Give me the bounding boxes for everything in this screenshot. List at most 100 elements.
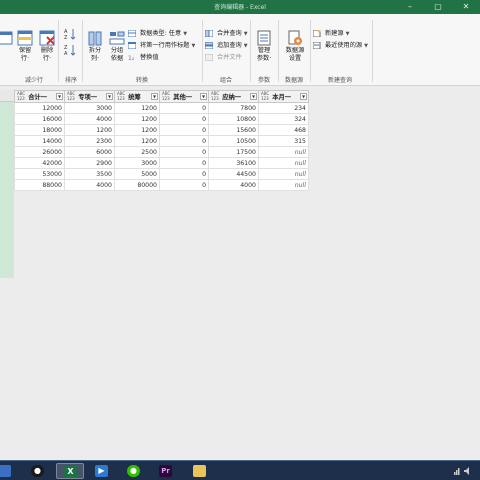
table-cell[interactable]: 6000 <box>64 146 115 158</box>
windows-logo-icon <box>0 465 11 477</box>
table-cell[interactable]: 234 <box>258 102 309 114</box>
table-cell[interactable]: 12000 <box>14 102 65 114</box>
data-type-dropdown[interactable]: 数据类型: 任意 ▼ <box>128 28 187 39</box>
network-icon[interactable] <box>454 467 460 475</box>
table-cell[interactable]: 1200 <box>114 135 160 147</box>
new-source-button[interactable]: 新建源 ▼ <box>313 28 349 39</box>
type-any-icon[interactable]: ABC 123 <box>162 91 171 101</box>
type-any-icon[interactable]: ABC 123 <box>117 91 126 101</box>
taskbar-app-qq[interactable]: ● <box>24 463 52 479</box>
filter-dropdown-icon[interactable]: ▼ <box>250 93 257 100</box>
filter-dropdown-icon[interactable]: ▼ <box>106 93 113 100</box>
filter-dropdown-icon[interactable]: ▼ <box>200 93 207 100</box>
table-cell[interactable]: 1200 <box>114 102 160 114</box>
type-any-icon[interactable]: ABC 123 <box>211 91 220 101</box>
table-cell[interactable]: 53000 <box>14 168 65 180</box>
manage-parameters-button[interactable]: 管理 参数· <box>253 30 275 63</box>
table-cell[interactable]: 18000 <box>14 124 65 136</box>
table-cell[interactable]: 0 <box>159 157 209 169</box>
column-header[interactable]: ABC 123 应纳一 ▼ <box>208 90 259 103</box>
table-cell[interactable]: 88000 <box>14 179 65 191</box>
maximize-button[interactable]: ▢ <box>424 0 452 14</box>
sort-descending-button[interactable]: ZA <box>62 44 78 57</box>
table-cell[interactable]: 16000 <box>14 113 65 125</box>
table-cell[interactable]: 26000 <box>14 146 65 158</box>
group-by-button[interactable]: 分组 依据 <box>106 30 128 63</box>
table-cell[interactable]: 324 <box>258 113 309 125</box>
column-header[interactable]: ABC 123 其他一 ▼ <box>159 90 209 103</box>
table-cell[interactable]: 7800 <box>208 102 259 114</box>
column-header[interactable]: ABC 123 专项一 ▼ <box>64 90 115 103</box>
column-header-label: 专项一 <box>78 94 98 101</box>
type-any-icon[interactable]: ABC 123 <box>67 91 76 101</box>
table-cell[interactable]: 5000 <box>114 168 160 180</box>
column-header[interactable]: ABC 123 合计一 ▼ <box>14 90 65 103</box>
table-cell[interactable]: 2300 <box>64 135 115 147</box>
table-cell[interactable]: 0 <box>159 179 209 191</box>
table-cell[interactable]: 44500 <box>208 168 259 180</box>
merge-queries-button[interactable]: 合并查询 ▼ <box>205 28 248 39</box>
table-cell[interactable]: 0 <box>159 168 209 180</box>
taskbar-app-premiere[interactable]: Pr <box>152 463 180 479</box>
table-cell[interactable]: 0 <box>159 113 209 125</box>
split-column-button[interactable]: 拆分 列· <box>84 30 106 63</box>
table-cell[interactable]: 10800 <box>208 113 259 125</box>
taskbar-app-video[interactable]: ▶ <box>88 463 116 479</box>
filter-dropdown-icon[interactable]: ▼ <box>300 93 307 100</box>
type-any-icon[interactable]: ABC 123 <box>17 91 26 101</box>
table-cell[interactable]: 0 <box>159 146 209 158</box>
volume-icon[interactable] <box>464 467 472 475</box>
table-cell[interactable]: 15600 <box>208 124 259 136</box>
table-cell[interactable]: 10500 <box>208 135 259 147</box>
table-cell[interactable]: 14000 <box>14 135 65 147</box>
taskbar-app-wechat[interactable]: ● <box>120 463 148 479</box>
table-cell[interactable]: 315 <box>258 135 309 147</box>
table-cell[interactable]: 4000 <box>64 179 115 191</box>
type-any-icon[interactable]: ABC 123 <box>261 91 270 101</box>
first-row-header-button[interactable]: 将第一行用作标题 ▼ <box>128 40 195 51</box>
replace-values-button[interactable]: 1₂ 替换值 <box>128 52 159 63</box>
column-header[interactable]: ABC 123 本月一 ▼ <box>258 90 309 103</box>
taskbar-app-excel[interactable]: X <box>56 463 84 479</box>
column-header[interactable]: ABC 123 统筹 ▼ <box>114 90 160 103</box>
table-cell[interactable]: null <box>258 179 309 191</box>
table-cell[interactable]: 42000 <box>14 157 65 169</box>
remove-rows-button[interactable]: 删除 行· <box>36 30 58 63</box>
table-cell[interactable]: 1200 <box>64 124 115 136</box>
table-cell[interactable]: 1200 <box>114 113 160 125</box>
table-cell[interactable]: 80000 <box>114 179 160 191</box>
row-header-corner[interactable] <box>0 90 14 102</box>
table-cell[interactable]: 0 <box>159 124 209 136</box>
taskbar-app-explorer[interactable] <box>186 463 214 479</box>
filter-dropdown-icon[interactable]: ▼ <box>151 93 158 100</box>
table-cell[interactable]: null <box>258 146 309 158</box>
data-grid: ABC 123 合计一 ▼ ABC 123 专项一 ▼ ABC 123 统筹 ▼ AB… <box>14 90 309 191</box>
group-data-source: 数据源 设置 数据源 <box>278 14 310 86</box>
table-cell[interactable]: 4000 <box>208 179 259 191</box>
table-cell[interactable]: null <box>258 157 309 169</box>
append-queries-button[interactable]: 追加查询 ▼ <box>205 40 248 51</box>
sort-ascending-button[interactable]: AZ <box>62 28 78 41</box>
table-cell[interactable]: 2900 <box>64 157 115 169</box>
table-cell[interactable]: 2500 <box>114 146 160 158</box>
table-cell[interactable]: 17500 <box>208 146 259 158</box>
table-cell[interactable]: null <box>258 168 309 180</box>
table-cell[interactable]: 4000 <box>64 113 115 125</box>
filter-dropdown-icon[interactable]: ▼ <box>56 93 63 100</box>
data-source-settings-button[interactable]: 数据源 设置 <box>282 30 308 63</box>
table-cell[interactable]: 36100 <box>208 157 259 169</box>
close-button[interactable]: ✕ <box>452 0 480 14</box>
table-cell[interactable]: 468 <box>258 124 309 136</box>
start-button[interactable] <box>0 463 11 479</box>
combine-files-button[interactable]: 合并文件 <box>205 52 242 63</box>
keep-rows-button[interactable]: 保留 行· <box>14 30 36 63</box>
table-cell[interactable]: 0 <box>159 102 209 114</box>
minimize-button[interactable]: – <box>396 0 424 14</box>
table-cell[interactable]: 1200 <box>114 124 160 136</box>
table-cell[interactable]: 3500 <box>64 168 115 180</box>
table-cell[interactable]: 0 <box>159 135 209 147</box>
table-cell[interactable]: 3000 <box>64 102 115 114</box>
folder-icon <box>193 465 206 477</box>
recent-sources-button[interactable]: 最近使用的源 ▼ <box>313 40 368 51</box>
table-cell[interactable]: 3000 <box>114 157 160 169</box>
